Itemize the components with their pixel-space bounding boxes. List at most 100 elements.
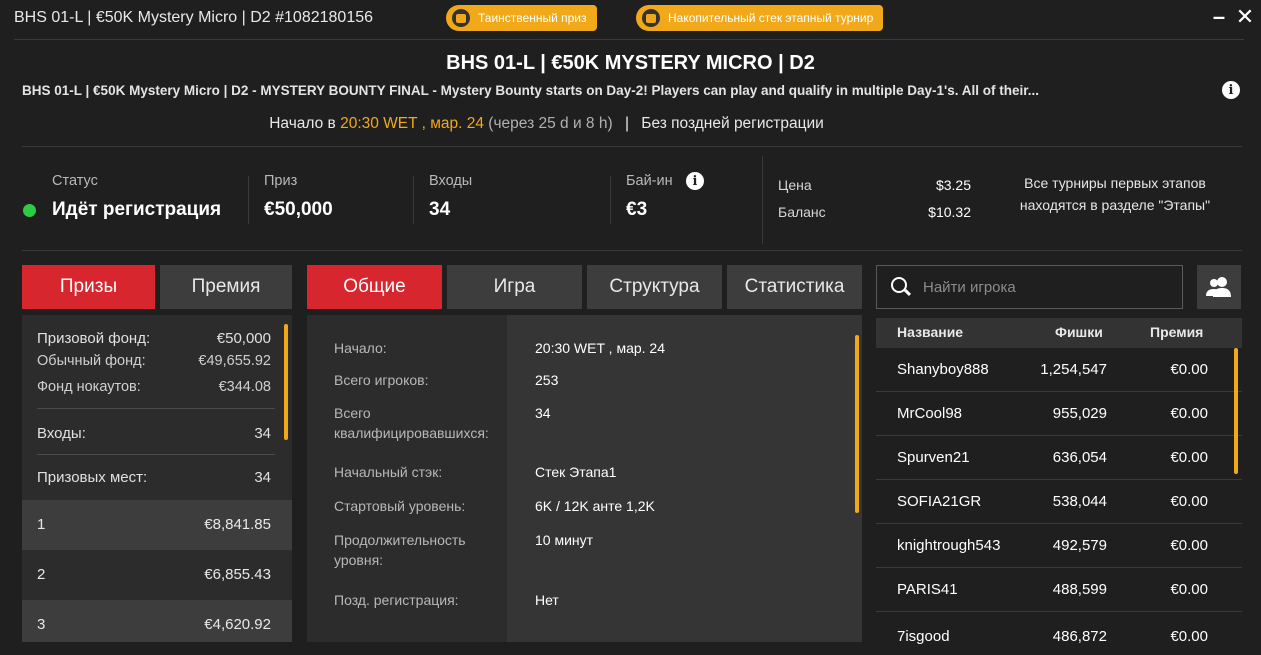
player-name: MrCool98 bbox=[897, 405, 963, 422]
tab-general[interactable]: Общие bbox=[307, 265, 442, 309]
general-label: Продолжительность уровня: bbox=[334, 532, 466, 568]
header-divider bbox=[22, 146, 1242, 147]
users-icon bbox=[1206, 277, 1231, 297]
player-chips: 955,029 bbox=[1052, 405, 1107, 422]
tab-prizes[interactable]: Призы bbox=[22, 265, 155, 309]
stat-separator bbox=[610, 176, 611, 224]
player-prize: €0.00 bbox=[1170, 405, 1208, 422]
search-icon bbox=[891, 277, 907, 293]
general-value: 34 bbox=[535, 405, 551, 421]
general-label: Начало: bbox=[334, 340, 387, 356]
table-row[interactable]: knightrough543 492,579 €0.00 bbox=[876, 524, 1242, 568]
ko-pool-value: €344.08 bbox=[218, 379, 271, 395]
rank-amount: €4,620.92 bbox=[204, 616, 271, 633]
player-prize: €0.00 bbox=[1170, 628, 1208, 645]
mystery-prize-badge: Таинственный приз bbox=[446, 5, 597, 31]
player-name: knightrough543 bbox=[897, 537, 1001, 554]
players-button[interactable] bbox=[1197, 265, 1241, 309]
close-button[interactable]: ✕ bbox=[1234, 4, 1256, 30]
balance-label: Баланс bbox=[778, 204, 826, 220]
player-name: 7isgood bbox=[897, 628, 950, 645]
stats-divider bbox=[22, 250, 1242, 251]
buyin-info-icon[interactable]: i bbox=[686, 172, 704, 190]
prize-pool-label: Призовой фонд: bbox=[37, 330, 151, 347]
player-prize: €0.00 bbox=[1170, 449, 1208, 466]
tab-structure[interactable]: Структура bbox=[587, 265, 722, 309]
general-scrollbar[interactable] bbox=[855, 335, 859, 513]
table-row[interactable]: 7isgood 486,872 €0.00 bbox=[876, 612, 1242, 655]
tab-statistics[interactable]: Статистика bbox=[727, 265, 862, 309]
stat-separator bbox=[248, 176, 249, 224]
general-value: 10 минут bbox=[535, 532, 594, 548]
player-name: Shanyboy888 bbox=[897, 361, 989, 378]
rank-place: 1 bbox=[37, 516, 46, 533]
regular-pool-label: Обычный фонд: bbox=[37, 353, 146, 369]
table-row[interactable]: Shanyboy888 1,254,547 €0.00 bbox=[876, 348, 1242, 392]
prize-pool-value: €50,000 bbox=[216, 330, 271, 347]
late-registration: Без поздней регистрации bbox=[641, 115, 824, 132]
title-divider bbox=[14, 39, 1244, 40]
mystery-prize-label: Таинственный приз bbox=[478, 11, 587, 25]
entries-label: Входы bbox=[429, 173, 473, 189]
info-icon[interactable]: i bbox=[1222, 81, 1240, 99]
start-separator: | bbox=[624, 115, 629, 132]
price-label: Цена bbox=[778, 177, 812, 193]
prize-divider bbox=[37, 454, 275, 455]
buyin-value: €3 bbox=[626, 199, 648, 220]
entries-value: 34 bbox=[429, 199, 451, 220]
search-input[interactable] bbox=[923, 276, 1173, 298]
stat-separator bbox=[762, 156, 763, 244]
player-prize: €0.00 bbox=[1170, 537, 1208, 554]
prize-divider bbox=[37, 408, 275, 409]
stack-label: Накопительный стек этапный турнир bbox=[668, 11, 874, 25]
player-chips: 1,254,547 bbox=[1040, 361, 1107, 378]
player-chips: 636,054 bbox=[1052, 449, 1107, 466]
table-row[interactable]: SOFIA21GR 538,044 €0.00 bbox=[876, 480, 1242, 524]
player-prize: €0.00 bbox=[1170, 361, 1208, 378]
tab-bonus[interactable]: Премия bbox=[160, 265, 292, 309]
table-row[interactable]: MrCool98 955,029 €0.00 bbox=[876, 392, 1242, 436]
player-search[interactable] bbox=[876, 265, 1183, 309]
table-row[interactable]: PARIS41 488,599 €0.00 bbox=[876, 568, 1242, 612]
general-value: 6K / 12K анте 1,2K bbox=[535, 498, 655, 514]
general-value: Стек Этапа1 bbox=[535, 464, 617, 480]
general-label: Позд. регистрация: bbox=[334, 592, 459, 608]
general-value: Нет bbox=[535, 592, 559, 608]
stack-badge: Накопительный стек этапный турнир bbox=[636, 5, 884, 31]
title-bar: BHS 01-L | €50K Mystery Micro | D2 #1082… bbox=[0, 0, 1261, 38]
stat-separator bbox=[413, 176, 414, 224]
ko-pool-label: Фонд нокаутов: bbox=[37, 379, 141, 395]
status-value: Идёт регистрация bbox=[52, 199, 222, 220]
tab-game[interactable]: Игра bbox=[447, 265, 582, 309]
stack-icon bbox=[640, 7, 662, 29]
col-prize[interactable]: Премия bbox=[1150, 324, 1203, 340]
start-time: 20:30 WET , мар. 24 bbox=[340, 115, 484, 132]
regular-pool-value: €49,655.92 bbox=[198, 353, 271, 369]
tournament-description: BHS 01-L | €50K Mystery Micro | D2 - MYS… bbox=[22, 83, 1040, 98]
player-prize: €0.00 bbox=[1170, 581, 1208, 598]
start-info: Начало в 20:30 WET , мар. 24 (через 25 d… bbox=[0, 115, 1093, 133]
mystery-prize-icon bbox=[450, 7, 472, 29]
rank-place: 2 bbox=[37, 566, 46, 583]
players-scrollbar[interactable] bbox=[1234, 348, 1238, 474]
col-chips[interactable]: Фишки bbox=[1055, 324, 1103, 340]
general-label: Стартовый уровень: bbox=[334, 498, 466, 514]
stages-note: Все турниры первых этапов находятся в ра… bbox=[1019, 175, 1211, 213]
status-indicator bbox=[23, 204, 36, 217]
prize-entries-label: Входы: bbox=[37, 425, 86, 442]
prize-rank-row: 2 €6,855.43 bbox=[22, 550, 292, 600]
general-value: 20:30 WET , мар. 24 bbox=[535, 340, 665, 356]
start-prefix: Начало в bbox=[269, 115, 341, 132]
col-name[interactable]: Название bbox=[897, 324, 963, 340]
general-label: Всего квалифицировавшихся: bbox=[334, 405, 489, 441]
prize-scrollbar[interactable] bbox=[284, 324, 288, 440]
prize-entries-value: 34 bbox=[254, 425, 271, 442]
prize-value: €50,000 bbox=[264, 199, 333, 220]
minimize-button[interactable]: – bbox=[1208, 4, 1230, 30]
price-value: $3.25 bbox=[935, 177, 971, 193]
status-label: Статус bbox=[52, 173, 98, 189]
player-prize: €0.00 bbox=[1170, 493, 1208, 510]
table-row[interactable]: Spurven21 636,054 €0.00 bbox=[876, 436, 1242, 480]
paid-places-value: 34 bbox=[254, 469, 271, 486]
general-label: Всего игроков: bbox=[334, 372, 429, 388]
